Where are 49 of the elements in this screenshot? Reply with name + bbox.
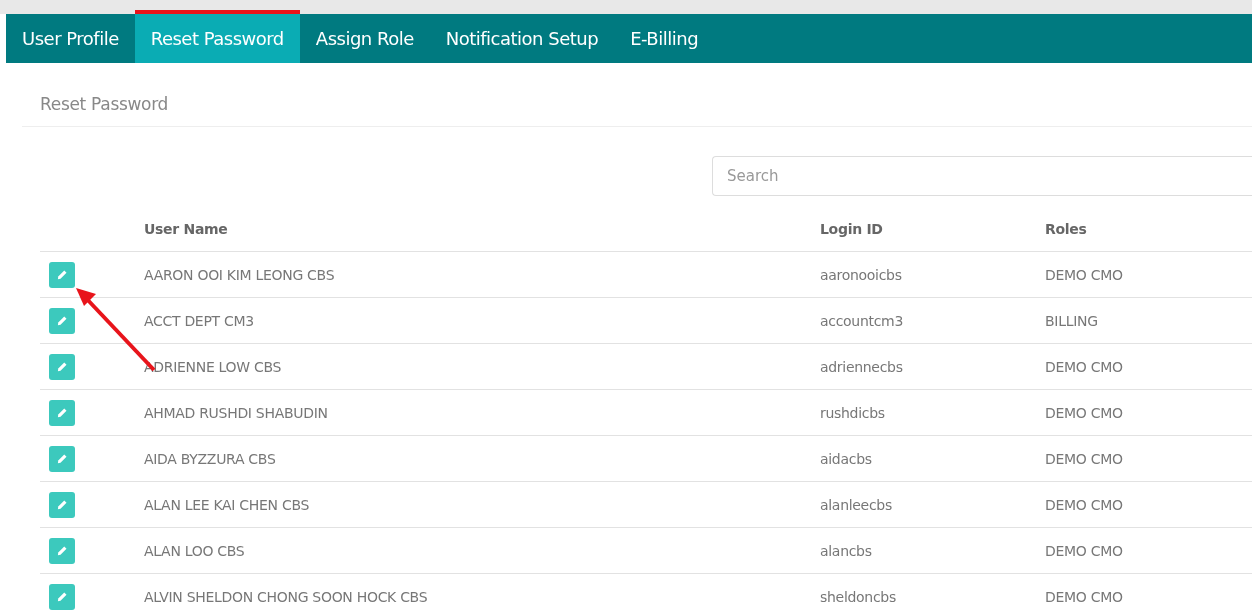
table-cell-text: DEMO CMO (1045, 496, 1124, 513)
pencil-icon (56, 406, 68, 419)
pencil-icon (56, 314, 68, 327)
pencil-icon (56, 590, 68, 603)
table-cell-text: AARON OOI KIM LEONG CBS (144, 266, 336, 283)
table-cell-text: sheldoncbs (820, 588, 897, 605)
tab[interactable]: Assign Role (299, 10, 430, 63)
pencil-icon (56, 544, 68, 557)
edit-button[interactable] (49, 399, 75, 426)
table-cell-text: accountcm3 (820, 312, 905, 329)
pencil-icon (56, 360, 68, 373)
edit-button[interactable] (49, 491, 75, 518)
table-cell-text: adriennecbs (820, 358, 904, 375)
tab[interactable]: Reset Password (134, 10, 300, 63)
edit-button[interactable] (49, 583, 75, 610)
table-cell-text: alanleecbs (820, 496, 893, 513)
pencil-icon (56, 452, 68, 465)
column-header: User Name (144, 221, 229, 237)
panel-title: Reset Password (22, 63, 1252, 127)
table-cell-text: aidacbs (820, 450, 873, 467)
edit-button[interactable] (49, 307, 75, 334)
edit-button[interactable] (49, 445, 75, 472)
pencil-icon (56, 498, 68, 511)
edit-button[interactable] (49, 537, 75, 564)
edit-button[interactable] (49, 261, 75, 288)
column-header: Roles (1045, 221, 1088, 237)
table-cell-text: DEMO CMO (1045, 404, 1124, 421)
table-cell-text: ALAN LOO CBS (144, 542, 246, 559)
table-cell-text: BILLING (1045, 312, 1099, 329)
table-cell-text: alancbs (820, 542, 873, 559)
table-cell-text: DEMO CMO (1045, 542, 1124, 559)
table-cell-text: DEMO CMO (1045, 358, 1124, 375)
search-field[interactable]: Search (712, 156, 1252, 196)
tab[interactable]: Notification Setup (429, 10, 615, 63)
table-cell-text: DEMO CMO (1045, 588, 1124, 605)
table-cell-text: ALVIN SHELDON CHONG SOON HOCK CBS (144, 588, 429, 605)
table-cell-text: ACCT DEPT CM3 (144, 312, 255, 329)
table-cell-text: DEMO CMO (1045, 450, 1124, 467)
table-cell-text: AIDA BYZZURA CBS (144, 450, 277, 467)
column-header: Login ID (820, 221, 884, 237)
tab[interactable]: User Profile (6, 10, 135, 63)
pencil-icon (56, 268, 68, 281)
edit-button[interactable] (49, 353, 75, 380)
table-cell-text: rushdicbs (820, 404, 886, 421)
tab[interactable]: E-Billing (614, 10, 715, 63)
table-cell-text: aaronooicbs (820, 266, 903, 283)
table-cell-text: ALAN LEE KAI CHEN CBS (144, 496, 311, 513)
table-cell-text: AHMAD RUSHDI SHABUDIN (144, 404, 329, 421)
table-cell-text: DEMO CMO (1045, 266, 1124, 283)
